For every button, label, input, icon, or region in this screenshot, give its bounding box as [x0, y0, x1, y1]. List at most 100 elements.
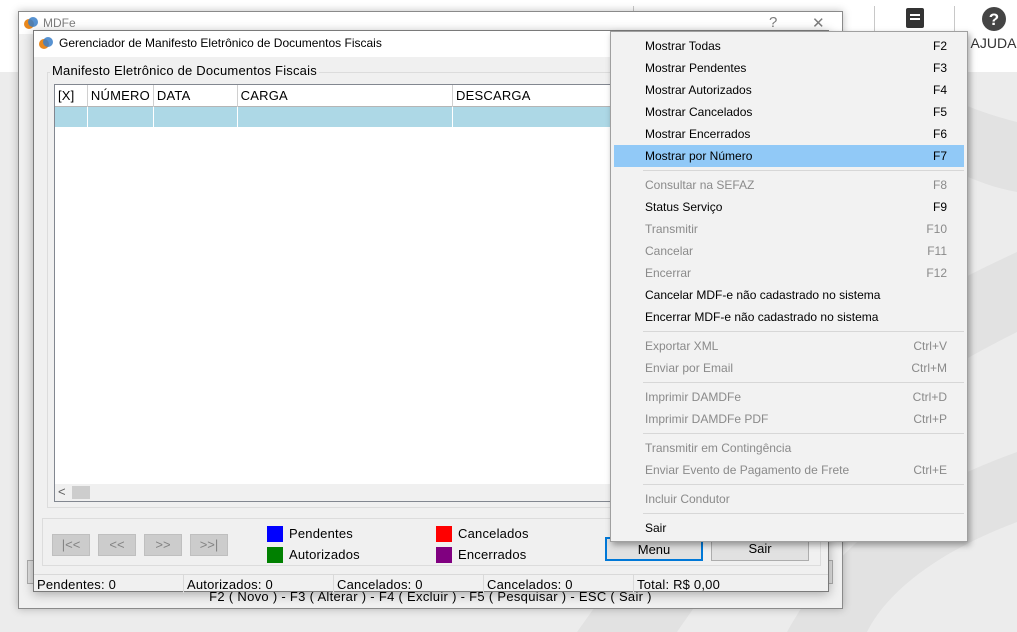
help-label: AJUDA: [970, 35, 1017, 51]
menu-item-shortcut: F11: [927, 244, 947, 258]
menu-item-label: Cancelar MDF-e não cadastrado no sistema: [645, 288, 881, 302]
menu-item-shortcut: F4: [932, 83, 947, 97]
menu-item-shortcut: Ctrl+E: [913, 463, 947, 477]
menu-item-incluir-condutor: Incluir Condutor: [614, 488, 964, 510]
status-autorizados: Autorizados: 0: [184, 575, 334, 593]
menu-separator: [643, 382, 964, 383]
context-menu: Mostrar Todas F2 Mostrar Pendentes F3 Mostra…: [610, 31, 968, 542]
toolbar-divider: [874, 6, 875, 32]
menu-item-transmitir-em-contingencia: Transmitir em Contingência: [614, 437, 964, 459]
table-cell: [55, 107, 88, 127]
mdfe-window-title: MDFe: [43, 16, 76, 30]
help-icon: ?: [981, 7, 1006, 31]
menu-item-imprimir-damdfe-pdf: Imprimir DAMDFe PDF Ctrl+P: [614, 408, 964, 430]
menu-item-label: Mostrar por Número: [645, 149, 753, 163]
menu-item-shortcut: F6: [932, 127, 947, 141]
menu-item-label: Cancelar: [645, 244, 694, 258]
status-cancelados: Cancelados: 0: [334, 575, 484, 593]
menu-item-mostrar-todas[interactable]: Mostrar Todas F2: [614, 35, 964, 57]
table-cell: [238, 107, 453, 127]
menu-item-sair[interactable]: Sair: [614, 517, 964, 539]
manager-dialog-title: Gerenciador de Manifesto Eletrônico de D…: [59, 36, 382, 50]
menu-item-shortcut: F8: [932, 178, 947, 192]
help-button[interactable]: ? AJUDA: [970, 6, 1017, 68]
menu-item-label: Encerrar: [645, 266, 692, 280]
status-cancelados-2: Cancelados: 0: [484, 575, 634, 593]
menu-item-mostrar-autorizados[interactable]: Mostrar Autorizados F4: [614, 79, 964, 101]
menu-item-label: Encerrar MDF-e não cadastrado no sistema: [645, 310, 879, 324]
menu-item-exportar-xml: Exportar XML Ctrl+V: [614, 335, 964, 357]
menu-item-mostrar-pendentes[interactable]: Mostrar Pendentes F3: [614, 57, 964, 79]
legend-swatch: [267, 526, 283, 542]
table-cell: [88, 107, 154, 127]
menu-item-shortcut: F9: [932, 200, 947, 214]
column-header-data[interactable]: DATA: [154, 85, 238, 107]
legend-label: Cancelados: [458, 526, 529, 541]
menu-item-label: Consultar na SEFAZ: [645, 178, 755, 192]
menu-separator: [643, 331, 964, 332]
menu-item-mostrar-cancelados[interactable]: Mostrar Cancelados F5: [614, 101, 964, 123]
menu-separator: [643, 170, 964, 171]
menu-separator: [643, 513, 964, 514]
menu-item-label: Mostrar Cancelados: [645, 105, 753, 119]
menu-item-imprimir-damdfe: Imprimir DAMDFe Ctrl+D: [614, 386, 964, 408]
table-cell: [154, 107, 238, 127]
menu-item-encerrar: Encerrar F12: [614, 262, 964, 284]
legend-label: Pendentes: [289, 526, 353, 541]
column-header-carga[interactable]: CARGA: [238, 85, 454, 107]
menu-separator: [643, 484, 964, 485]
next-page-button[interactable]: >>: [144, 534, 182, 556]
menu-separator: [643, 433, 964, 434]
menu-item-label: Incluir Condutor: [645, 492, 730, 506]
app-logo-icon: [24, 17, 38, 29]
menu-item-shortcut: F2: [932, 39, 947, 53]
menu-item-shortcut: F5: [932, 105, 947, 119]
menu-item-shortcut: Ctrl+M: [911, 361, 947, 375]
menu-item-shortcut: F10: [926, 222, 947, 236]
status-total: Total: R$ 0,00: [637, 577, 721, 592]
menu-item-shortcut: Ctrl+D: [912, 390, 947, 404]
menu-item-cancelar: Cancelar F11: [614, 240, 964, 262]
menu-item-cancelar-mdf-e-nao-cadastrado-no-sistema[interactable]: Cancelar MDF-e não cadastrado no sistema: [614, 284, 964, 306]
menu-item-label: Mostrar Pendentes: [645, 61, 747, 75]
menu-item-label: Mostrar Todas: [645, 39, 721, 53]
legend-label: Autorizados: [289, 547, 360, 562]
column-header-numero[interactable]: NÚMERO: [88, 85, 154, 107]
legend-swatch: [436, 526, 452, 542]
document-icon: [906, 8, 924, 28]
menu-item-shortcut: F7: [932, 149, 947, 163]
menu-item-label: Enviar Evento de Pagamento de Frete: [645, 463, 850, 477]
toolbar-divider: [954, 6, 955, 32]
last-page-button[interactable]: >>|: [190, 534, 228, 556]
scroll-left-button[interactable]: <: [58, 484, 66, 499]
column-header-select[interactable]: [X]: [55, 85, 88, 107]
legend-swatch: [436, 547, 452, 563]
menu-item-shortcut: F3: [932, 61, 947, 75]
menu-item-label: Sair: [645, 521, 667, 535]
menu-item-label: Imprimir DAMDFe: [645, 390, 741, 404]
menu-item-label: Transmitir: [645, 222, 698, 236]
scroll-thumb[interactable]: [72, 486, 90, 499]
menu-item-label: Enviar por Email: [645, 361, 734, 375]
menu-item-label: Mostrar Autorizados: [645, 83, 752, 97]
manifest-group-caption: Manifesto Eletrônico de Documentos Fisca…: [50, 63, 319, 78]
window-help-button[interactable]: ?: [769, 14, 777, 31]
svg-text:?: ?: [988, 10, 998, 29]
previous-page-button[interactable]: <<: [98, 534, 136, 556]
menu-item-shortcut: Ctrl+V: [913, 339, 947, 353]
menu-item-enviar-por-email: Enviar por Email Ctrl+M: [614, 357, 964, 379]
menu-item-shortcut: Ctrl+P: [913, 412, 947, 426]
menu-item-mostrar-por-numero[interactable]: Mostrar por Número F7: [614, 145, 964, 167]
menu-item-shortcut: F12: [926, 266, 947, 280]
menu-item-label: Status Serviço: [645, 200, 723, 214]
menu-item-label: Imprimir DAMDFe PDF: [645, 412, 769, 426]
menu-item-label: Transmitir em Contingência: [645, 441, 792, 455]
menu-item-mostrar-encerrados[interactable]: Mostrar Encerrados F6: [614, 123, 964, 145]
menu-item-label: Exportar XML: [645, 339, 719, 353]
menu-item-consultar-na-sefaz: Consultar na SEFAZ F8: [614, 174, 964, 196]
status-bar: Pendentes: 0 Autorizados: 0 Cancelados: …: [34, 574, 828, 593]
menu-item-enviar-evento-de-pagamento-de-frete: Enviar Evento de Pagamento de Frete Ctrl+…: [614, 459, 964, 481]
menu-item-encerrar-mdf-e-nao-cadastrado-no-sistema[interactable]: Encerrar MDF-e não cadastrado no sistema: [614, 306, 964, 328]
first-page-button[interactable]: |<<: [52, 534, 90, 556]
menu-item-status-servico[interactable]: Status Serviço F9: [614, 196, 964, 218]
